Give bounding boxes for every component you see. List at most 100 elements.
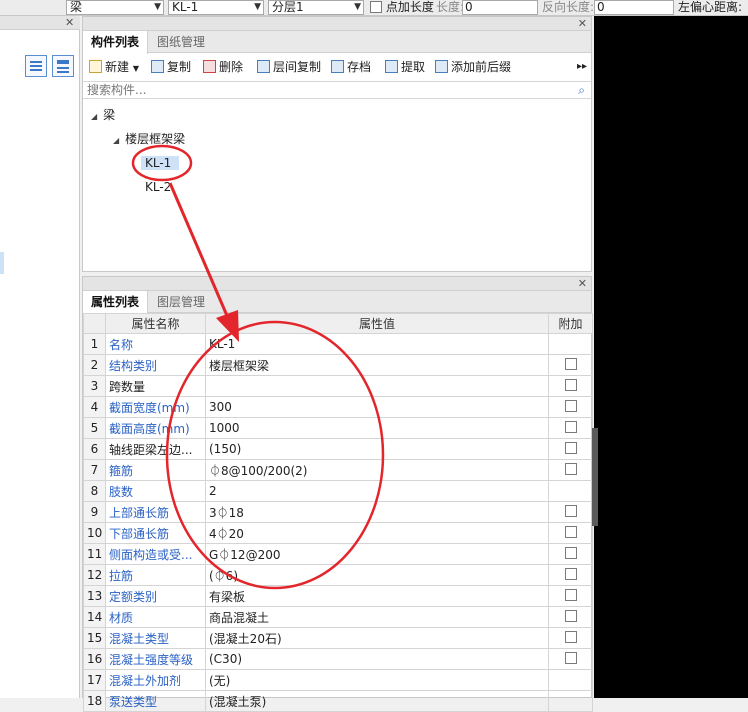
property-value[interactable]: (150)	[205, 438, 549, 460]
table-row[interactable]: 4 截面宽度(mm) 300	[83, 396, 593, 418]
tree-item-kl-2[interactable]: KL-2	[145, 179, 171, 195]
property-value[interactable]: 300	[205, 396, 549, 418]
table-row[interactable]: 2 结构类别 楼层框架梁	[83, 354, 593, 376]
expand-triangle-icon[interactable]: ◢	[91, 112, 97, 121]
property-value[interactable]	[205, 375, 549, 397]
table-row[interactable]: 7 箍筋 ⏀8@100/200(2)	[83, 459, 593, 481]
reverse-length-input[interactable]: 0	[594, 0, 674, 15]
table-row[interactable]: 18 泵送类型 (混凝土泵)	[83, 690, 593, 712]
property-value[interactable]: 3⏀18	[205, 501, 549, 523]
property-value[interactable]: 4⏀20	[205, 522, 549, 544]
list-view-button[interactable]	[25, 55, 47, 77]
table-row[interactable]: 1 名称 KL-1	[83, 333, 593, 355]
table-row[interactable]: 11 侧面构造或受... G⏀12@200	[83, 543, 593, 565]
table-row[interactable]: 17 混凝土外加剂 (无)	[83, 669, 593, 691]
extra-checkbox[interactable]	[564, 546, 577, 559]
property-value[interactable]: (C30)	[205, 648, 549, 670]
property-name: 截面高度(mm)	[105, 417, 206, 439]
column-header-number	[83, 313, 106, 334]
property-value[interactable]: 2	[205, 480, 549, 502]
component-combo[interactable]: KL-1 ▼	[168, 0, 264, 15]
property-value[interactable]: G⏀12@200	[205, 543, 549, 565]
left-selection-marker	[0, 252, 4, 274]
close-icon[interactable]: ✕	[578, 18, 587, 30]
close-icon[interactable]: ✕	[578, 278, 587, 290]
extra-checkbox[interactable]	[564, 357, 577, 370]
tab-layer-management[interactable]: 图层管理	[149, 291, 213, 313]
table-row[interactable]: 12 拉筋 (⏀6)	[83, 564, 593, 586]
search-input[interactable]	[83, 82, 563, 98]
property-value[interactable]: (混凝土20石)	[205, 627, 549, 649]
extra-checkbox[interactable]	[564, 441, 577, 454]
table-row[interactable]: 6 轴线距梁左边... (150)	[83, 438, 593, 460]
copy-button[interactable]: 复制	[151, 58, 191, 76]
tab-property-list[interactable]: 属性列表	[83, 291, 149, 314]
layer-value: 分层1	[272, 0, 304, 14]
add-prefix-suffix-button[interactable]: 添加前后缀	[435, 58, 511, 76]
point-length-option[interactable]: 点加长度	[370, 0, 434, 15]
table-row[interactable]: 14 材质 商品混凝土	[83, 606, 593, 628]
extra-checkbox[interactable]	[564, 462, 577, 475]
delete-button[interactable]: 删除	[203, 58, 243, 76]
table-row[interactable]: 5 截面高度(mm) 1000	[83, 417, 593, 439]
table-row[interactable]: 15 混凝土类型 (混凝土20石)	[83, 627, 593, 649]
property-value[interactable]: KL-1	[205, 333, 549, 355]
property-list-panel: ✕ 属性列表 图层管理 属性名称 属性值 附加 1 名称 KL-1 2 结构类别 楼层框架…	[82, 276, 593, 712]
tab-component-list[interactable]: 构件列表	[83, 31, 149, 54]
table-row[interactable]: 3 跨数量	[83, 375, 593, 397]
property-value[interactable]: (混凝土泵)	[205, 690, 549, 712]
table-view-button[interactable]	[52, 55, 74, 77]
property-value[interactable]: (⏀6)	[205, 564, 549, 586]
drawing-canvas[interactable]	[594, 16, 748, 698]
extra-checkbox[interactable]	[564, 378, 577, 391]
layer-combo[interactable]: 分层1 ▼	[268, 0, 364, 15]
property-value[interactable]: ⏀8@100/200(2)	[205, 459, 549, 481]
extra-checkbox[interactable]	[564, 651, 577, 664]
expand-triangle-icon[interactable]: ◢	[113, 136, 119, 145]
extra-checkbox[interactable]	[564, 525, 577, 538]
more-actions-icon[interactable]: ▸▸	[577, 58, 587, 76]
splitter-handle[interactable]	[592, 428, 598, 526]
table-row[interactable]: 16 混凝土强度等级 (C30)	[83, 648, 593, 670]
tree-node-label: 梁	[103, 108, 116, 122]
layer-copy-button[interactable]: 层间复制	[257, 58, 321, 76]
extra-checkbox[interactable]	[564, 630, 577, 643]
table-row[interactable]: 10 下部通长筋 4⏀20	[83, 522, 593, 544]
extra-cell	[548, 417, 593, 439]
component-value: KL-1	[172, 0, 199, 14]
property-value[interactable]: 1000	[205, 417, 549, 439]
extra-checkbox[interactable]	[564, 399, 577, 412]
extra-checkbox[interactable]	[564, 420, 577, 433]
property-value[interactable]: (无)	[205, 669, 549, 691]
close-icon[interactable]: ✕	[65, 17, 74, 29]
tree-node-floor-frame-beam[interactable]: ◢ 楼层框架梁	[113, 131, 185, 149]
property-value[interactable]: 有梁板	[205, 585, 549, 607]
tab-drawing-management[interactable]: 图纸管理	[149, 31, 213, 53]
table-row[interactable]: 13 定额类别 有梁板	[83, 585, 593, 607]
table-row[interactable]: 9 上部通长筋 3⏀18	[83, 501, 593, 523]
property-name: 混凝土外加剂	[105, 669, 206, 691]
point-length-checkbox[interactable]	[370, 1, 382, 13]
tree-item-label: KL-1	[141, 156, 180, 170]
column-header-property-name: 属性名称	[105, 313, 206, 334]
table-row[interactable]: 8 肢数 2	[83, 480, 593, 502]
extra-checkbox[interactable]	[564, 609, 577, 622]
extra-checkbox[interactable]	[564, 588, 577, 601]
property-name: 材质	[105, 606, 206, 628]
extra-checkbox[interactable]	[564, 567, 577, 580]
new-button[interactable]: 新建 ▼	[89, 58, 139, 76]
search-icon[interactable]: ⌕	[578, 83, 585, 98]
property-value[interactable]: 楼层框架梁	[205, 354, 549, 376]
extra-checkbox[interactable]	[564, 504, 577, 517]
element-type-combo[interactable]: 梁 ▼	[66, 0, 164, 15]
extra-cell	[548, 438, 593, 460]
property-value[interactable]: 商品混凝土	[205, 606, 549, 628]
row-number: 15	[83, 627, 106, 649]
row-number: 3	[83, 375, 106, 397]
extract-button[interactable]: 提取	[385, 58, 425, 76]
length-input[interactable]: 0	[462, 0, 538, 15]
tree-item-kl-1[interactable]: KL-1	[141, 155, 180, 171]
archive-button[interactable]: 存档	[331, 58, 371, 76]
extra-cell	[548, 501, 593, 523]
tree-node-beam[interactable]: ◢ 梁	[91, 107, 115, 125]
